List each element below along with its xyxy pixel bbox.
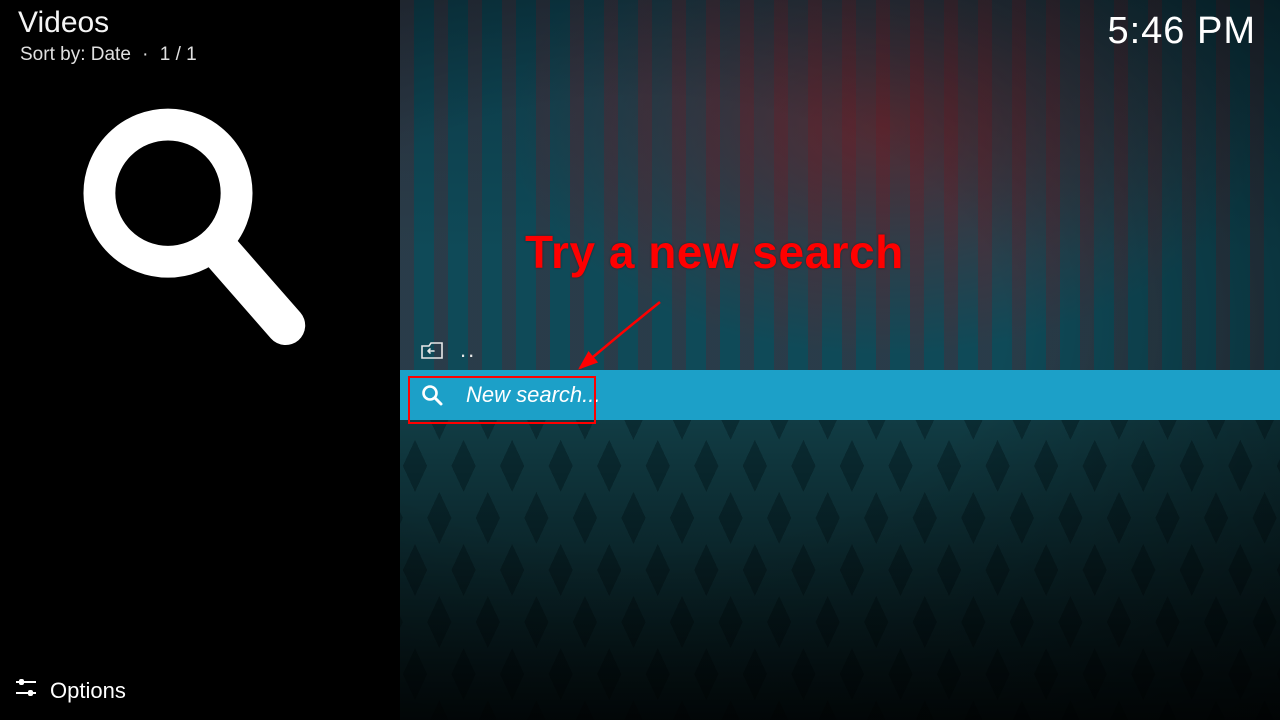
- search-icon: [70, 90, 315, 365]
- new-search-row[interactable]: New search...: [400, 370, 1280, 420]
- sort-by-label: Sort by: Date: [20, 44, 131, 65]
- parent-directory-row[interactable]: ..: [400, 330, 1280, 370]
- annotation-text: Try a new search: [525, 225, 904, 279]
- options-button[interactable]: Options: [14, 677, 126, 704]
- folder-back-icon: [420, 340, 444, 360]
- content-list: .. New search...: [400, 330, 1280, 420]
- search-icon: [420, 383, 444, 407]
- sort-and-page[interactable]: Sort by: Date · 1 / 1: [0, 40, 400, 66]
- new-search-label: New search...: [460, 382, 601, 408]
- page-indicator: 1 / 1: [160, 44, 197, 65]
- parent-directory-label: ..: [460, 337, 476, 363]
- background-floor: [400, 420, 1280, 720]
- options-label: Options: [50, 678, 126, 704]
- separator-dot: ·: [136, 44, 154, 65]
- sidebar: Videos Sort by: Date · 1 / 1 Options: [0, 0, 400, 720]
- options-slider-icon: [14, 677, 38, 704]
- section-title: Videos: [0, 0, 400, 40]
- clock: 5:46 PM: [1107, 10, 1256, 53]
